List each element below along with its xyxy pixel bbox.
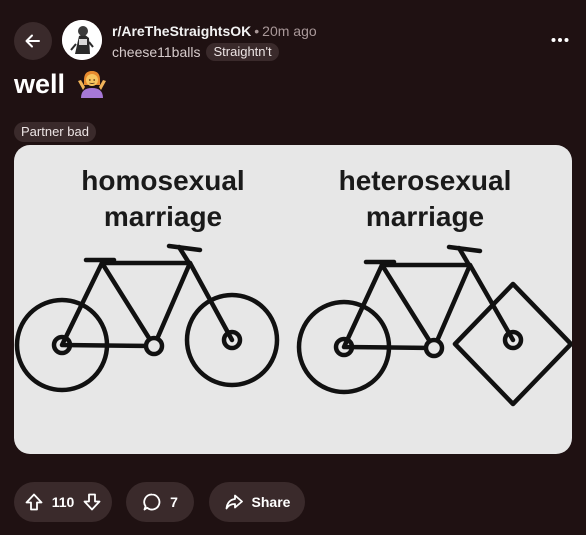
post-actions-bar: 110 7 Share bbox=[14, 482, 305, 522]
post-flair-badge[interactable]: Partner bad bbox=[14, 122, 96, 142]
share-arrow-icon bbox=[225, 494, 243, 510]
separator-dot: • bbox=[254, 23, 260, 39]
bicycle-left bbox=[14, 243, 280, 393]
arrow-left-icon bbox=[25, 34, 40, 48]
post-title-text: well bbox=[14, 69, 66, 99]
downvote-button[interactable] bbox=[82, 492, 102, 512]
post-title: well bbox=[14, 67, 107, 101]
bicycles-illustration bbox=[14, 243, 572, 407]
user-flair-badge: Straightn't bbox=[206, 43, 279, 61]
post-time: 20m ago bbox=[262, 23, 317, 39]
vote-count: 110 bbox=[51, 494, 75, 510]
avatar-image bbox=[62, 20, 102, 60]
upvote-arrow-icon bbox=[25, 493, 43, 511]
comment-bubble-icon bbox=[143, 493, 161, 511]
back-button[interactable] bbox=[14, 22, 52, 60]
comment-count: 7 bbox=[170, 494, 178, 510]
comments-button[interactable]: 7 bbox=[126, 482, 194, 522]
share-label: Share bbox=[251, 494, 291, 510]
post-header: r/AreTheStraightsOK • 20m ago cheese11ball… bbox=[0, 0, 586, 70]
subreddit-avatar[interactable] bbox=[62, 20, 102, 60]
upvote-button[interactable] bbox=[24, 492, 44, 512]
subreddit-line: r/AreTheStraightsOK • 20m ago bbox=[112, 23, 317, 39]
more-horizontal-icon bbox=[551, 38, 569, 42]
subreddit-name[interactable]: r/AreTheStraightsOK bbox=[112, 23, 251, 39]
post-image[interactable]: homosexual marriage heterosexual marriag… bbox=[14, 145, 572, 454]
bicycle-right bbox=[296, 244, 572, 407]
author-username[interactable]: cheese11balls bbox=[112, 43, 200, 61]
person-shrugging-emoji-icon bbox=[77, 69, 107, 99]
vote-control: 110 bbox=[14, 482, 112, 522]
share-button[interactable]: Share bbox=[209, 482, 305, 522]
downvote-arrow-icon bbox=[83, 493, 101, 511]
author-line: cheese11balls Straightn't bbox=[112, 43, 279, 61]
more-options-button[interactable] bbox=[546, 28, 574, 52]
